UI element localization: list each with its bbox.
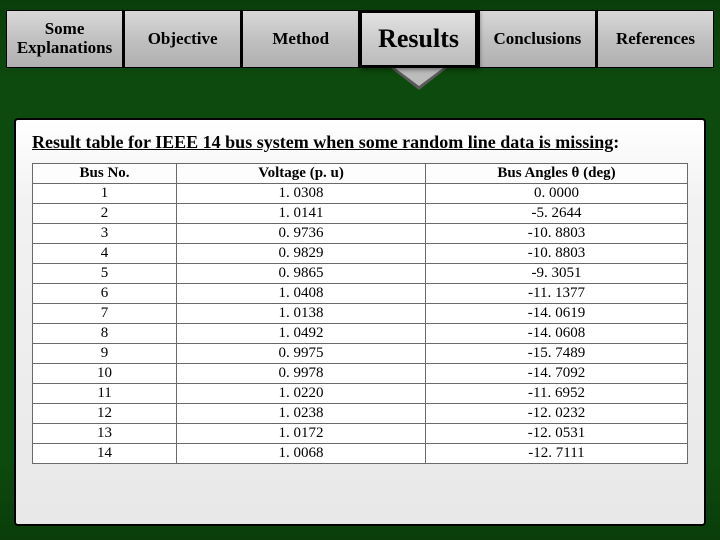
header-angle: Bus Angles θ (deg)	[425, 164, 687, 184]
table-body: 11. 03080. 000021. 0141-5. 264430. 9736-…	[33, 184, 688, 464]
cell-angle: -9. 3051	[425, 264, 687, 284]
tab-references[interactable]: References	[596, 10, 714, 68]
cell-angle: -12. 7111	[425, 444, 687, 464]
cell-bus: 8	[33, 324, 177, 344]
table-row: 71. 0138-14. 0619	[33, 304, 688, 324]
cell-angle: -11. 6952	[425, 384, 687, 404]
table-row: 81. 0492-14. 0608	[33, 324, 688, 344]
cell-voltage: 1. 0408	[177, 284, 426, 304]
cell-voltage: 1. 0308	[177, 184, 426, 204]
results-table: Bus No. Voltage (p. u) Bus Angles θ (deg…	[32, 163, 688, 464]
cell-voltage: 1. 0220	[177, 384, 426, 404]
table-row: 111. 0220-11. 6952	[33, 384, 688, 404]
tab-label: Method	[272, 30, 329, 49]
cell-angle: -14. 7092	[425, 364, 687, 384]
table-row: 30. 9736-10. 8803	[33, 224, 688, 244]
tab-some-explanations[interactable]: Some Explanations	[6, 10, 123, 68]
cell-angle: -10. 8803	[425, 224, 687, 244]
cell-voltage: 0. 9978	[177, 364, 426, 384]
cell-voltage: 1. 0138	[177, 304, 426, 324]
cell-angle: 0. 0000	[425, 184, 687, 204]
cell-bus: 4	[33, 244, 177, 264]
cell-bus: 12	[33, 404, 177, 424]
cell-angle: -10. 8803	[425, 244, 687, 264]
tab-bar: Some Explanations Objective Method Resul…	[0, 0, 720, 68]
cell-voltage: 1. 0492	[177, 324, 426, 344]
content-panel: Result table for IEEE 14 bus system when…	[14, 118, 706, 526]
cell-bus: 9	[33, 344, 177, 364]
cell-bus: 10	[33, 364, 177, 384]
tab-label: Some Explanations	[13, 20, 116, 57]
cell-angle: -12. 0232	[425, 404, 687, 424]
chevron-down-icon	[391, 68, 447, 90]
cell-bus: 7	[33, 304, 177, 324]
cell-bus: 14	[33, 444, 177, 464]
tab-label: Conclusions	[493, 30, 581, 49]
tab-label: Results	[378, 25, 459, 54]
table-row: 61. 0408-11. 1377	[33, 284, 688, 304]
cell-bus: 1	[33, 184, 177, 204]
cell-bus: 11	[33, 384, 177, 404]
table-row: 21. 0141-5. 2644	[33, 204, 688, 224]
tab-label: References	[616, 30, 695, 49]
cell-voltage: 0. 9829	[177, 244, 426, 264]
cell-bus: 13	[33, 424, 177, 444]
table-header-row: Bus No. Voltage (p. u) Bus Angles θ (deg…	[33, 164, 688, 184]
cell-angle: -5. 2644	[425, 204, 687, 224]
table-row: 121. 0238-12. 0232	[33, 404, 688, 424]
tab-results[interactable]: Results	[359, 10, 478, 68]
tab-conclusions[interactable]: Conclusions	[478, 10, 596, 68]
section-title-text: Result table for IEEE 14 bus system when…	[32, 132, 613, 152]
cell-voltage: 1. 0141	[177, 204, 426, 224]
slide: Some Explanations Objective Method Resul…	[0, 0, 720, 540]
cell-bus: 6	[33, 284, 177, 304]
cell-angle: -14. 0619	[425, 304, 687, 324]
section-title-colon: :	[613, 132, 619, 152]
cell-bus: 3	[33, 224, 177, 244]
cell-voltage: 1. 0068	[177, 444, 426, 464]
cell-voltage: 0. 9975	[177, 344, 426, 364]
table-row: 90. 9975-15. 7489	[33, 344, 688, 364]
table-row: 100. 9978-14. 7092	[33, 364, 688, 384]
table-row: 141. 0068-12. 7111	[33, 444, 688, 464]
cell-voltage: 1. 0238	[177, 404, 426, 424]
tab-objective[interactable]: Objective	[123, 10, 241, 68]
cell-voltage: 0. 9865	[177, 264, 426, 284]
table-row: 11. 03080. 0000	[33, 184, 688, 204]
tab-method[interactable]: Method	[241, 10, 359, 68]
table-row: 131. 0172-12. 0531	[33, 424, 688, 444]
cell-angle: -14. 0608	[425, 324, 687, 344]
cell-angle: -12. 0531	[425, 424, 687, 444]
cell-angle: -15. 7489	[425, 344, 687, 364]
section-title: Result table for IEEE 14 bus system when…	[32, 132, 688, 153]
cell-voltage: 1. 0172	[177, 424, 426, 444]
cell-bus: 5	[33, 264, 177, 284]
cell-bus: 2	[33, 204, 177, 224]
table-row: 40. 9829-10. 8803	[33, 244, 688, 264]
header-bus-no: Bus No.	[33, 164, 177, 184]
table-row: 50. 9865-9. 3051	[33, 264, 688, 284]
tab-results-wrap: Results	[359, 10, 478, 68]
cell-angle: -11. 1377	[425, 284, 687, 304]
tab-label: Objective	[148, 30, 218, 49]
cell-voltage: 0. 9736	[177, 224, 426, 244]
header-voltage: Voltage (p. u)	[177, 164, 426, 184]
